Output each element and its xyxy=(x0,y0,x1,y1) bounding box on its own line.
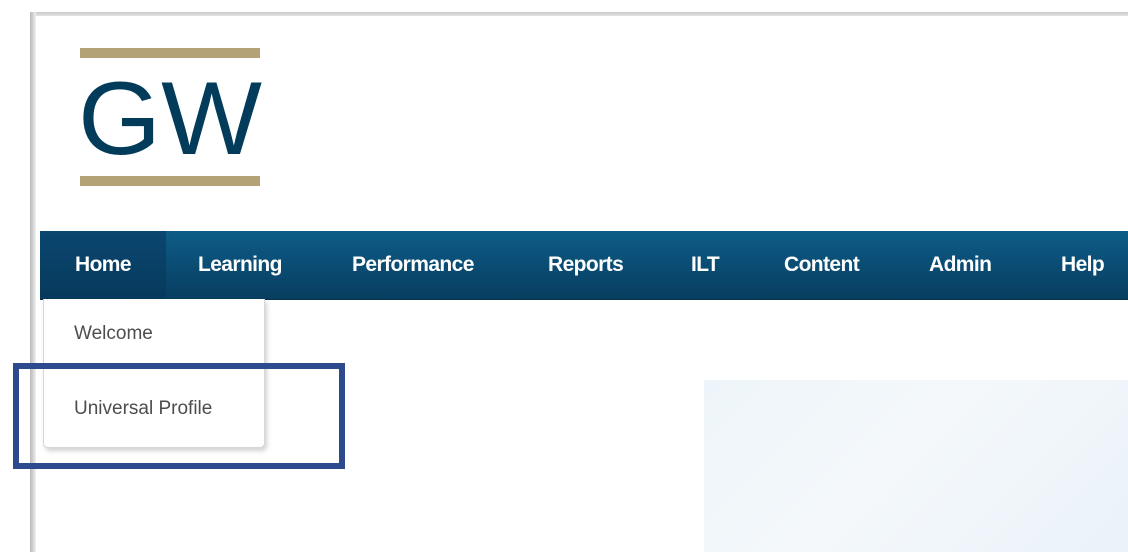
universal-profile-highlight-box xyxy=(13,363,345,469)
nav-admin[interactable]: Admin xyxy=(929,231,992,299)
logo-top-bar xyxy=(80,48,260,58)
nav-help[interactable]: Help xyxy=(1061,231,1105,299)
browser-window: GW Home Learning Performance Reports ILT… xyxy=(0,0,1128,552)
nav-performance[interactable]: Performance xyxy=(352,231,474,299)
nav-ilt[interactable]: ILT xyxy=(691,231,720,299)
logo-text: GW xyxy=(80,70,262,170)
content-panel xyxy=(704,380,1128,552)
logo-bottom-bar xyxy=(80,176,260,186)
menu-item-welcome[interactable]: Welcome xyxy=(74,323,153,345)
nav-learning[interactable]: Learning xyxy=(198,231,282,299)
nav-reports[interactable]: Reports xyxy=(548,231,624,299)
nav-home[interactable]: Home xyxy=(40,231,166,299)
logo-wordmark: GW xyxy=(80,70,262,170)
nav-content[interactable]: Content xyxy=(784,231,860,299)
window-border-top xyxy=(30,12,1128,16)
window-border-left xyxy=(30,12,36,552)
main-navbar: Home Learning Performance Reports ILT Co… xyxy=(40,231,1128,299)
gw-logo[interactable]: GW xyxy=(80,48,262,188)
